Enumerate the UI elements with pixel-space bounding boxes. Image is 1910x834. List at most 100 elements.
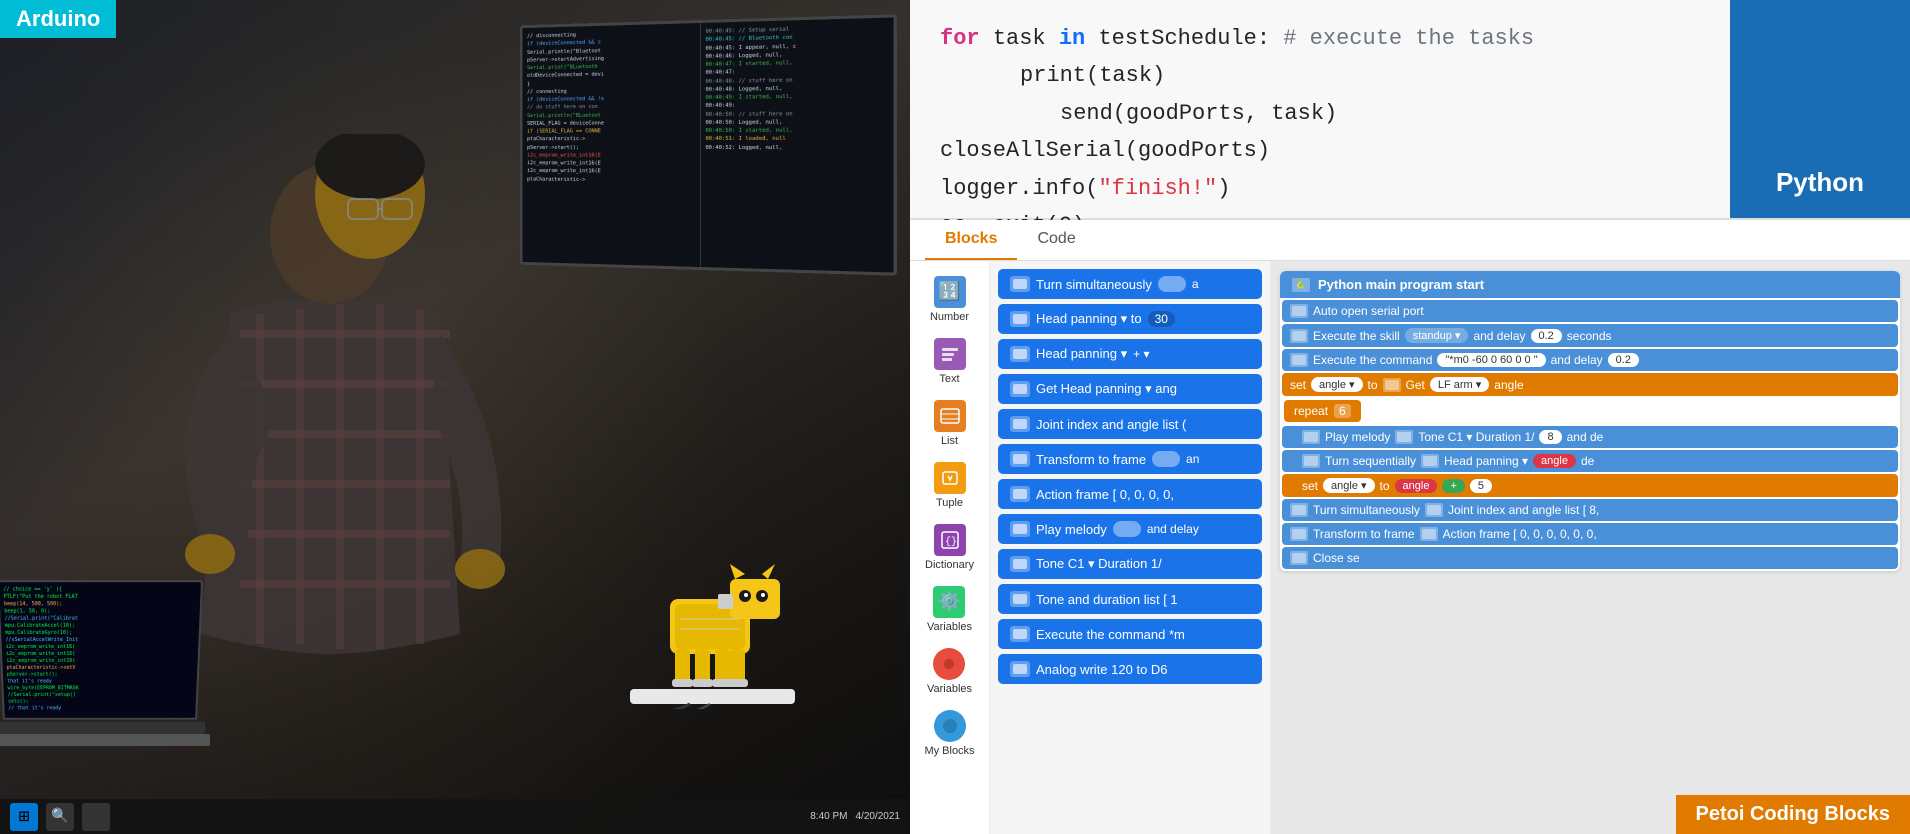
ws-pill-02: 0.2 — [1531, 329, 1562, 343]
myblocks-icon — [934, 710, 966, 742]
ws-pill-cmd: "*m0 -60 0 60 0 0 " — [1437, 353, 1545, 367]
ws-pill-standup: standup ▾ — [1405, 328, 1469, 343]
sidebar-item-myblocks[interactable]: My Blocks — [919, 705, 979, 762]
arduino-label: Arduino — [0, 0, 116, 38]
robot-icon-2 — [1010, 311, 1030, 327]
sidebar-item-dictionary[interactable]: {} Dictionary — [920, 519, 979, 576]
dictionary-label: Dictionary — [925, 559, 974, 571]
keyword-for: for — [940, 26, 980, 51]
block-turn-simultaneously[interactable]: Turn simultaneously a — [998, 269, 1262, 299]
number-icon: 🔢 — [934, 276, 966, 308]
ws-pill-angle-red: angle — [1533, 454, 1576, 468]
block-tone-duration-list[interactable]: Tone and duration list [ 1 — [998, 584, 1262, 614]
block-analog-write[interactable]: Analog write 120 to D6 — [998, 654, 1262, 684]
block-label-get-head: Get Head panning ▾ ang — [1036, 381, 1177, 397]
robot-ws-icon-8 — [1290, 527, 1308, 541]
robot-icon-1 — [1010, 276, 1030, 292]
robot-ws-icon-8b — [1420, 527, 1438, 541]
ws-pill-8: 8 — [1539, 430, 1561, 444]
ws-text-repeat: repeat — [1294, 404, 1328, 418]
toggle-3[interactable] — [1113, 521, 1141, 537]
ws-text-execute-skill: Execute the skill — [1313, 329, 1400, 343]
block-head-panning-to[interactable]: Head panning ▾ to 30 — [998, 304, 1262, 334]
robot-ws-icon-2 — [1290, 329, 1308, 343]
ws-pill-angle: angle ▾ — [1311, 377, 1363, 392]
block-execute-command[interactable]: Execute the command *m — [998, 619, 1262, 649]
block-head-panning-plus[interactable]: Head panning ▾ + ▾ — [998, 339, 1262, 369]
blocks-workspace: 🐍 Python main program start Auto open se… — [1270, 261, 1910, 834]
ws-text-turn-seq: Turn sequentially — [1325, 454, 1416, 468]
robot-icon-7 — [1010, 486, 1030, 502]
petoi-footer: Petoi Coding Blocks — [1676, 795, 1910, 834]
sidebar-item-set[interactable]: ⚙️ Variables — [922, 581, 977, 638]
ws-row-execute-cmd[interactable]: Execute the command "*m0 -60 0 60 0 0 " … — [1282, 349, 1898, 371]
block-play-melody[interactable]: Play melody and delay — [998, 514, 1262, 544]
robot-ws-icon-7b — [1425, 503, 1443, 517]
block-label-joint: Joint index and angle list ( — [1036, 417, 1186, 432]
robot-dog — [610, 549, 810, 714]
sidebar-item-number[interactable]: 🔢 Number — [925, 271, 974, 328]
ws-row-set-angle2[interactable]: set angle ▾ to angle + 5 — [1282, 474, 1898, 497]
ws-repeat-block[interactable]: repeat 6 — [1284, 400, 1361, 422]
ws-row-close[interactable]: Close se — [1282, 547, 1898, 569]
robot-icon-9 — [1010, 556, 1030, 572]
ws-pill-lf: LF arm ▾ — [1430, 377, 1489, 392]
tab-code[interactable]: Code — [1017, 220, 1095, 260]
text-icon — [934, 338, 966, 370]
list-icon — [934, 400, 966, 432]
robot-ws-icon-6b — [1421, 454, 1439, 468]
block-tone[interactable]: Tone C1 ▾ Duration 1/ — [998, 549, 1262, 579]
robot-ws-icon-3 — [1290, 353, 1308, 367]
ws-pill-angle2: angle ▾ — [1323, 478, 1375, 493]
block-transform-to-frame[interactable]: Transform to frame an — [998, 444, 1262, 474]
block-label-tone: Tone C1 ▾ Duration 1/ — [1036, 556, 1162, 572]
sidebar-item-text[interactable]: Text — [929, 333, 971, 390]
robot-ws-icon-6 — [1302, 454, 1320, 468]
variables-label: Variables — [927, 683, 972, 695]
laptop: // choice == 'y' ){ PTLF("Put the robot … — [0, 552, 220, 752]
sidebar-item-variables[interactable]: Variables — [922, 643, 977, 700]
ws-repeat-row: repeat 6 — [1282, 398, 1898, 424]
sidebar-item-list[interactable]: List — [929, 395, 971, 452]
tab-blocks[interactable]: Blocks — [925, 220, 1017, 260]
toggle-2[interactable] — [1152, 451, 1180, 467]
python-icon: 🐍 — [1292, 278, 1310, 292]
ws-row-turn-seq[interactable]: Turn sequentially Head panning ▾ angle d… — [1282, 450, 1898, 472]
block-label-execute: Execute the command *m — [1036, 627, 1185, 642]
block-label-action: Action frame [ 0, 0, 0, 0, — [1036, 487, 1174, 502]
dictionary-icon: {} — [934, 524, 966, 556]
ws-pill-5: 5 — [1470, 479, 1492, 493]
ws-row-transform[interactable]: Transform to frame Action frame [ 0, 0, … — [1282, 523, 1898, 545]
ws-header: 🐍 Python main program start — [1280, 271, 1900, 298]
ws-row-set-angle[interactable]: set angle ▾ to Get LF arm ▾ angle — [1282, 373, 1898, 396]
toggle-1[interactable] — [1158, 276, 1186, 292]
pill-30: 30 — [1148, 311, 1175, 327]
ws-text-tone: Tone C1 ▾ Duration 1/ — [1418, 430, 1534, 444]
blocks-tabs: Blocks Code — [910, 220, 1910, 261]
ws-row-turn-sim[interactable]: Turn simultaneously Joint index and angl… — [1282, 499, 1898, 521]
svg-text:{}: {} — [945, 536, 957, 548]
python-label-box: Python — [1730, 0, 1910, 218]
blocks-sidebar: 🔢 Number Text List — [910, 261, 990, 834]
robot-ws-icon-5 — [1302, 430, 1320, 444]
list-label: List — [941, 435, 958, 447]
block-get-head-panning[interactable]: Get Head panning ▾ ang — [998, 374, 1262, 404]
blocks-section: Blocks Code 🔢 Number Text — [910, 220, 1910, 834]
robot-icon-6 — [1010, 451, 1030, 467]
block-joint-index[interactable]: Joint index and angle list ( — [998, 409, 1262, 439]
robot-icon-3 — [1010, 346, 1030, 362]
number-label: Number — [930, 311, 969, 323]
ws-row-play-melody[interactable]: Play melody Tone C1 ▾ Duration 1/ 8 and … — [1282, 426, 1898, 448]
myblocks-label: My Blocks — [924, 745, 974, 757]
block-action-frame[interactable]: Action frame [ 0, 0, 0, 0, — [998, 479, 1262, 509]
robot-icon-5 — [1010, 416, 1030, 432]
ws-row-auto-serial[interactable]: Auto open serial port — [1282, 300, 1898, 322]
block-label-tone-list: Tone and duration list [ 1 — [1036, 592, 1178, 607]
ws-pill-plus: + — [1442, 479, 1464, 493]
block-label-turn: Turn simultaneously — [1036, 277, 1152, 292]
block-label-head-panning-to: Head panning ▾ to — [1036, 311, 1142, 327]
robot-icon-12 — [1010, 661, 1030, 677]
sidebar-item-tuple[interactable]: Tuple — [929, 457, 971, 514]
ws-row-execute-skill[interactable]: Execute the skill standup ▾ and delay 0.… — [1282, 324, 1898, 347]
ws-text-set2: set — [1302, 479, 1318, 493]
